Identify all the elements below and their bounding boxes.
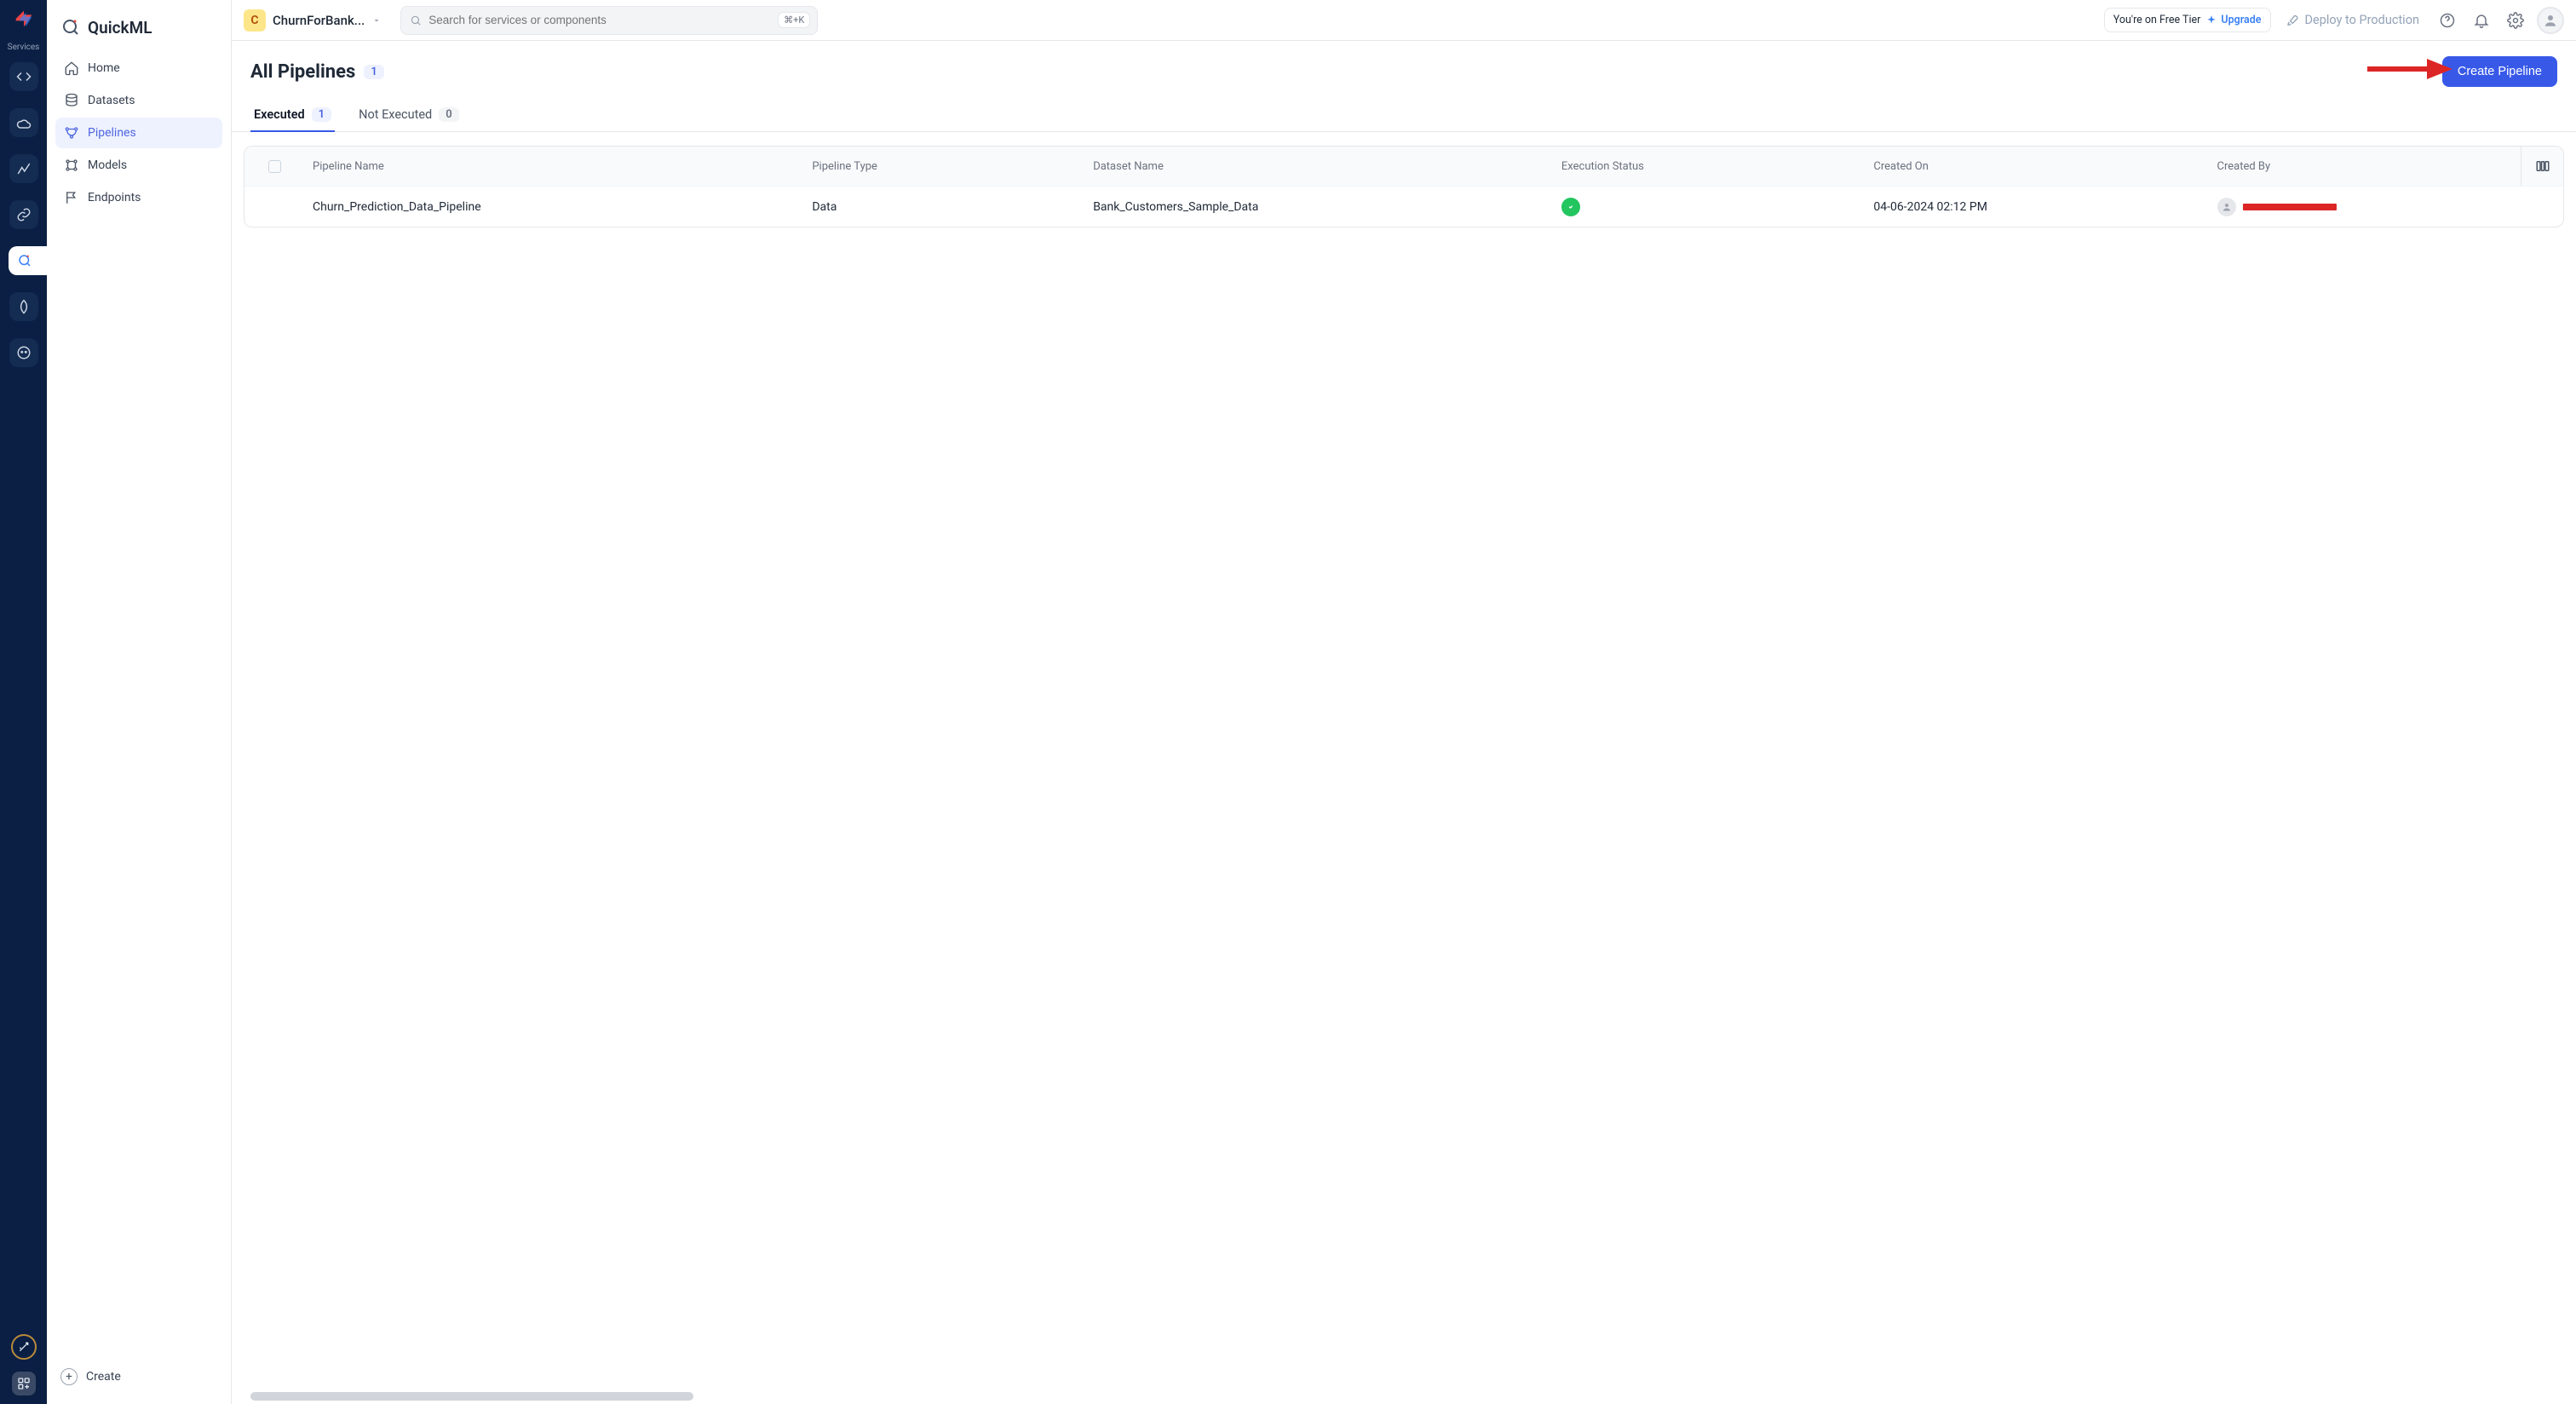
col-execution-status[interactable]: Execution Status <box>1553 160 1865 173</box>
sidebar-item-label: Models <box>88 158 127 172</box>
sidebar-item-home[interactable]: Home <box>55 53 222 83</box>
tab-executed[interactable]: Executed 1 <box>250 99 335 132</box>
column-settings-button[interactable] <box>2521 147 2563 186</box>
create-label: Create <box>86 1370 121 1384</box>
sidebar-item-label: Home <box>88 61 120 75</box>
tab-count: 0 <box>439 107 458 122</box>
catalyst-logo <box>12 7 36 31</box>
upgrade-link[interactable]: Upgrade <box>2205 14 2261 26</box>
rail-apps-button[interactable] <box>12 1372 36 1395</box>
horizontal-scrollbar[interactable] <box>250 1392 693 1401</box>
sidebar-item-endpoints[interactable]: Endpoints <box>55 182 222 213</box>
gear-icon <box>2507 12 2524 29</box>
rail-wand-button[interactable] <box>11 1334 37 1360</box>
rail-item-quickml[interactable] <box>9 246 51 275</box>
project-name: ChurnForBank... <box>273 13 365 28</box>
tier-banner: You're on Free Tier Upgrade <box>2104 8 2271 32</box>
redacted-text <box>2243 204 2337 210</box>
create-pipeline-button[interactable]: Create Pipeline <box>2442 56 2557 87</box>
help-icon <box>2439 12 2456 29</box>
services-rail: Services <box>0 0 47 1404</box>
database-icon <box>64 93 79 108</box>
sidebar-item-label: Pipelines <box>88 126 136 140</box>
cell-pipeline-type: Data <box>803 200 1084 214</box>
project-selector[interactable]: C ChurnForBank... <box>244 9 382 32</box>
chevron-down-icon <box>371 15 382 26</box>
rail-item-link[interactable] <box>9 200 38 229</box>
search-shortcut: ⌘+K <box>778 12 810 28</box>
deploy-button[interactable]: Deploy to Production <box>2286 13 2419 27</box>
select-all-checkbox[interactable] <box>268 160 281 173</box>
tab-label: Not Executed <box>359 107 432 122</box>
rail-item-cloud[interactable] <box>9 108 38 137</box>
flag-icon <box>64 190 79 205</box>
col-created-on[interactable]: Created On <box>1865 160 2208 173</box>
sidebar-create-button[interactable]: + Create <box>55 1361 222 1392</box>
rocket-icon <box>2286 14 2300 27</box>
search-icon <box>410 14 422 26</box>
rail-item-leaf[interactable] <box>9 292 38 321</box>
col-created-by[interactable]: Created By <box>2209 160 2521 173</box>
pipeline-icon <box>64 125 79 141</box>
sidebar-item-label: Endpoints <box>88 191 141 204</box>
sidebar-item-label: Datasets <box>88 94 135 107</box>
cell-created-by <box>2209 198 2521 216</box>
sparkle-icon <box>2205 14 2217 26</box>
search-input[interactable] <box>428 14 771 26</box>
user-icon <box>2543 13 2558 28</box>
rail-item-analytics[interactable] <box>9 154 38 183</box>
plus-icon: + <box>60 1368 78 1385</box>
columns-icon <box>2535 158 2550 174</box>
product-brand: QuickML <box>55 17 222 53</box>
col-pipeline-type[interactable]: Pipeline Type <box>803 160 1084 173</box>
help-button[interactable] <box>2435 8 2460 33</box>
topbar: C ChurnForBank... ⌘+K You're on Free Tie… <box>232 0 2576 41</box>
tab-count: 1 <box>312 107 331 122</box>
cell-execution-status <box>1553 198 1865 216</box>
sidebar-item-datasets[interactable]: Datasets <box>55 85 222 116</box>
pipeline-tabs: Executed 1 Not Executed 0 <box>232 87 2576 132</box>
sidebar-item-pipelines[interactable]: Pipelines <box>55 118 222 148</box>
sidebar: QuickML Home Datasets Pipelines Models E… <box>47 0 232 1404</box>
product-name: QuickML <box>88 18 152 37</box>
tab-not-executed[interactable]: Not Executed 0 <box>355 99 463 132</box>
user-avatar-small <box>2217 198 2236 216</box>
home-icon <box>64 60 79 76</box>
total-count-badge: 1 <box>364 65 383 79</box>
tier-text: You're on Free Tier <box>2113 14 2201 26</box>
table-header: Pipeline Name Pipeline Type Dataset Name… <box>244 147 2563 186</box>
models-icon <box>64 158 79 173</box>
sidebar-item-models[interactable]: Models <box>55 150 222 181</box>
col-dataset-name[interactable]: Dataset Name <box>1084 160 1553 173</box>
rail-item-bot[interactable] <box>9 338 38 367</box>
settings-button[interactable] <box>2503 8 2528 33</box>
page-header: All Pipelines 1 Create Pipeline <box>232 41 2576 87</box>
user-avatar[interactable] <box>2537 7 2564 34</box>
bell-icon <box>2473 12 2490 29</box>
col-pipeline-name[interactable]: Pipeline Name <box>304 160 803 173</box>
table-row[interactable]: Churn_Prediction_Data_Pipeline Data Bank… <box>244 186 2563 227</box>
global-search[interactable]: ⌘+K <box>400 6 818 35</box>
cell-created-on: 04-06-2024 02:12 PM <box>1865 200 2208 214</box>
cell-pipeline-name: Churn_Prediction_Data_Pipeline <box>304 200 803 214</box>
project-letter: C <box>244 9 266 32</box>
services-label: Services <box>8 43 40 52</box>
pipelines-table: Pipeline Name Pipeline Type Dataset Name… <box>244 146 2564 227</box>
status-success-icon <box>1561 198 1580 216</box>
annotation-arrow <box>2367 56 2452 82</box>
notifications-button[interactable] <box>2469 8 2494 33</box>
rail-item-code[interactable] <box>9 62 38 91</box>
page-title: All Pipelines <box>250 61 355 83</box>
tab-label: Executed <box>254 107 305 122</box>
cell-dataset-name: Bank_Customers_Sample_Data <box>1084 200 1553 214</box>
